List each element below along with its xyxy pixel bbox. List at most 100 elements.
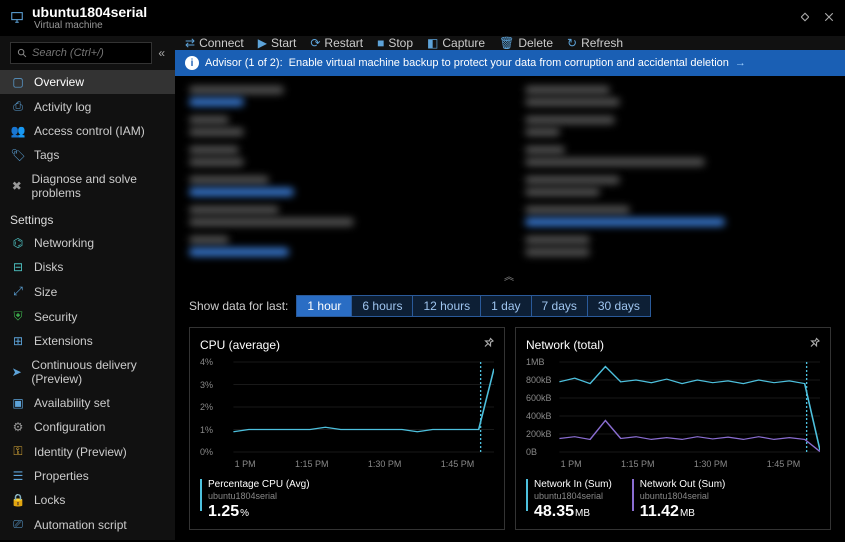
stop-button[interactable]: ■Stop	[377, 36, 413, 50]
rocket-icon: ➤	[10, 365, 23, 379]
monitor-icon: ▢	[10, 75, 26, 89]
people-icon: 👥	[10, 124, 26, 138]
y-tick-label: 4%	[200, 357, 213, 367]
time-tab[interactable]: 1 day	[480, 295, 531, 317]
metric-sub: ubuntu1804serial	[640, 491, 726, 502]
vm-properties	[175, 76, 845, 266]
metric-value: 1.25	[208, 503, 239, 520]
identity-icon: ⚿	[10, 444, 26, 459]
sidebar-item-cd[interactable]: ➤Continuous delivery (Preview)	[0, 353, 175, 391]
chart-card: CPU (average)4%3%2%1%0%1 PM1:15 PM1:30 P…	[189, 327, 505, 530]
metric-name: Network Out (Sum)	[640, 479, 726, 491]
sidebar-item-diagnose[interactable]: ✖Diagnose and solve problems	[0, 167, 175, 205]
metric-value: 48.35	[534, 503, 574, 520]
sidebar-item-label: Identity (Preview)	[34, 445, 127, 459]
time-tab[interactable]: 6 hours	[351, 295, 413, 317]
y-tick-label: 200kB	[526, 429, 552, 439]
x-tick-label: 1:15 PM	[621, 459, 655, 469]
sidebar-item-networking[interactable]: ⌬Networking	[0, 231, 175, 255]
sidebar-item-label: Locks	[34, 493, 65, 507]
collapse-sidebar-icon[interactable]: «	[158, 46, 165, 60]
sidebar-item-security[interactable]: ⛨ Security	[0, 304, 175, 329]
start-button[interactable]: ▶Start	[258, 36, 297, 50]
sidebar-item-activity-log[interactable]: ⎙Activity log	[0, 94, 175, 119]
puzzle-icon: ⊞	[10, 334, 26, 348]
x-axis: 1 PM1:15 PM1:30 PM1:45 PM	[190, 457, 504, 473]
capture-button[interactable]: ◧Capture	[427, 36, 485, 50]
chart-metric: Percentage CPU (Avg)ubuntu1804serial1.25…	[200, 479, 310, 521]
time-tab[interactable]: 7 days	[531, 295, 588, 317]
time-range-tabs: 1 hour6 hours12 hours1 day7 days30 days	[296, 295, 651, 317]
sidebar-item-properties[interactable]: ☰Properties	[0, 464, 175, 488]
x-tick-label: 1 PM	[561, 459, 582, 469]
sidebar-item-tags[interactable]: 🏷Tags	[0, 143, 175, 167]
sidebar-item-label: Extensions	[34, 334, 93, 348]
connect-button[interactable]: ⇄Connect	[185, 36, 244, 50]
info-icon: i	[185, 56, 199, 70]
connect-label: Connect	[199, 36, 244, 50]
sidebar-item-label: Disks	[34, 260, 63, 274]
sidebar-item-availability[interactable]: ▣Availability set	[0, 391, 175, 415]
gear-icon: ⚙	[10, 420, 26, 434]
x-axis: 1 PM1:15 PM1:30 PM1:45 PM	[516, 457, 830, 473]
page-title: ubuntu1804serial	[32, 5, 147, 20]
wrench-icon: ✖	[10, 179, 24, 193]
availability-icon: ▣	[10, 396, 26, 410]
advisor-banner[interactable]: i Advisor (1 of 2): Enable virtual machi…	[175, 50, 845, 76]
pin-window-icon[interactable]	[799, 10, 811, 26]
x-tick-label: 1 PM	[235, 459, 256, 469]
chart-metric: Network In (Sum)ubuntu1804serial48.35MB	[526, 479, 612, 521]
x-tick-label: 1:45 PM	[441, 459, 475, 469]
section-settings: Settings	[0, 205, 175, 231]
search-input[interactable]	[32, 47, 145, 59]
list-icon: ☰	[10, 469, 26, 483]
shield-icon: ⛨	[10, 309, 26, 324]
chart-card: Network (total)1MB800kB600kB400kB200kB0B…	[515, 327, 831, 530]
sidebar-item-size[interactable]: ⤢Size	[0, 279, 175, 304]
delete-button[interactable]: 🗑Delete	[499, 36, 553, 50]
delete-label: Delete	[518, 36, 553, 50]
sidebar-item-label: Overview	[34, 75, 84, 89]
sidebar-item-automation[interactable]: ⎚Automation script	[0, 512, 175, 537]
metric-sub: ubuntu1804serial	[534, 491, 612, 502]
sidebar-item-label: Tags	[34, 148, 59, 162]
metric-value: 11.42	[640, 503, 679, 520]
sidebar-item-label: Networking	[34, 236, 94, 250]
time-tab[interactable]: 30 days	[587, 295, 651, 317]
time-tab[interactable]: 12 hours	[412, 295, 481, 317]
sidebar-item-label: Size	[34, 285, 57, 299]
search-input-wrap[interactable]	[10, 42, 152, 64]
close-icon[interactable]	[823, 10, 835, 26]
sidebar-item-disks[interactable]: ⊟Disks	[0, 255, 175, 279]
y-tick-label: 0%	[200, 447, 213, 457]
capture-label: Capture	[442, 36, 485, 50]
log-icon: ⎙	[10, 99, 26, 114]
advisor-prefix: Advisor (1 of 2):	[205, 57, 283, 69]
x-tick-label: 1:45 PM	[767, 459, 801, 469]
time-tab[interactable]: 1 hour	[296, 295, 352, 317]
y-tick-label: 600kB	[526, 393, 552, 403]
sidebar-item-label: Configuration	[34, 420, 105, 434]
sidebar-item-configuration[interactable]: ⚙ Configuration	[0, 415, 175, 439]
metric-name: Percentage CPU (Avg)	[208, 479, 310, 491]
refresh-button[interactable]: ↻Refresh	[567, 36, 623, 50]
pin-icon[interactable]	[476, 334, 498, 356]
y-tick-label: 3%	[200, 380, 213, 390]
metric-name: Network In (Sum)	[534, 479, 612, 491]
metric-unit: %	[240, 508, 249, 519]
start-label: Start	[271, 36, 296, 50]
sidebar-item-identity[interactable]: ⚿ Identity (Preview)	[0, 439, 175, 464]
pin-icon[interactable]	[802, 334, 824, 356]
x-tick-label: 1:15 PM	[295, 459, 329, 469]
y-tick-label: 400kB	[526, 411, 552, 421]
restart-button[interactable]: ⟳Restart	[310, 36, 363, 50]
sidebar-item-iam[interactable]: 👥 Access control (IAM)	[0, 119, 175, 143]
search-icon	[17, 48, 28, 59]
collapse-properties-icon[interactable]: ︽	[175, 266, 845, 285]
restart-label: Restart	[324, 36, 363, 50]
sidebar-item-locks[interactable]: 🔒Locks	[0, 488, 175, 512]
sidebar-item-overview[interactable]: ▢ Overview	[0, 70, 175, 94]
sidebar-item-label: Access control (IAM)	[34, 124, 145, 138]
sidebar-item-extensions[interactable]: ⊞ Extensions	[0, 329, 175, 353]
sidebar-item-label: Security	[34, 310, 77, 324]
